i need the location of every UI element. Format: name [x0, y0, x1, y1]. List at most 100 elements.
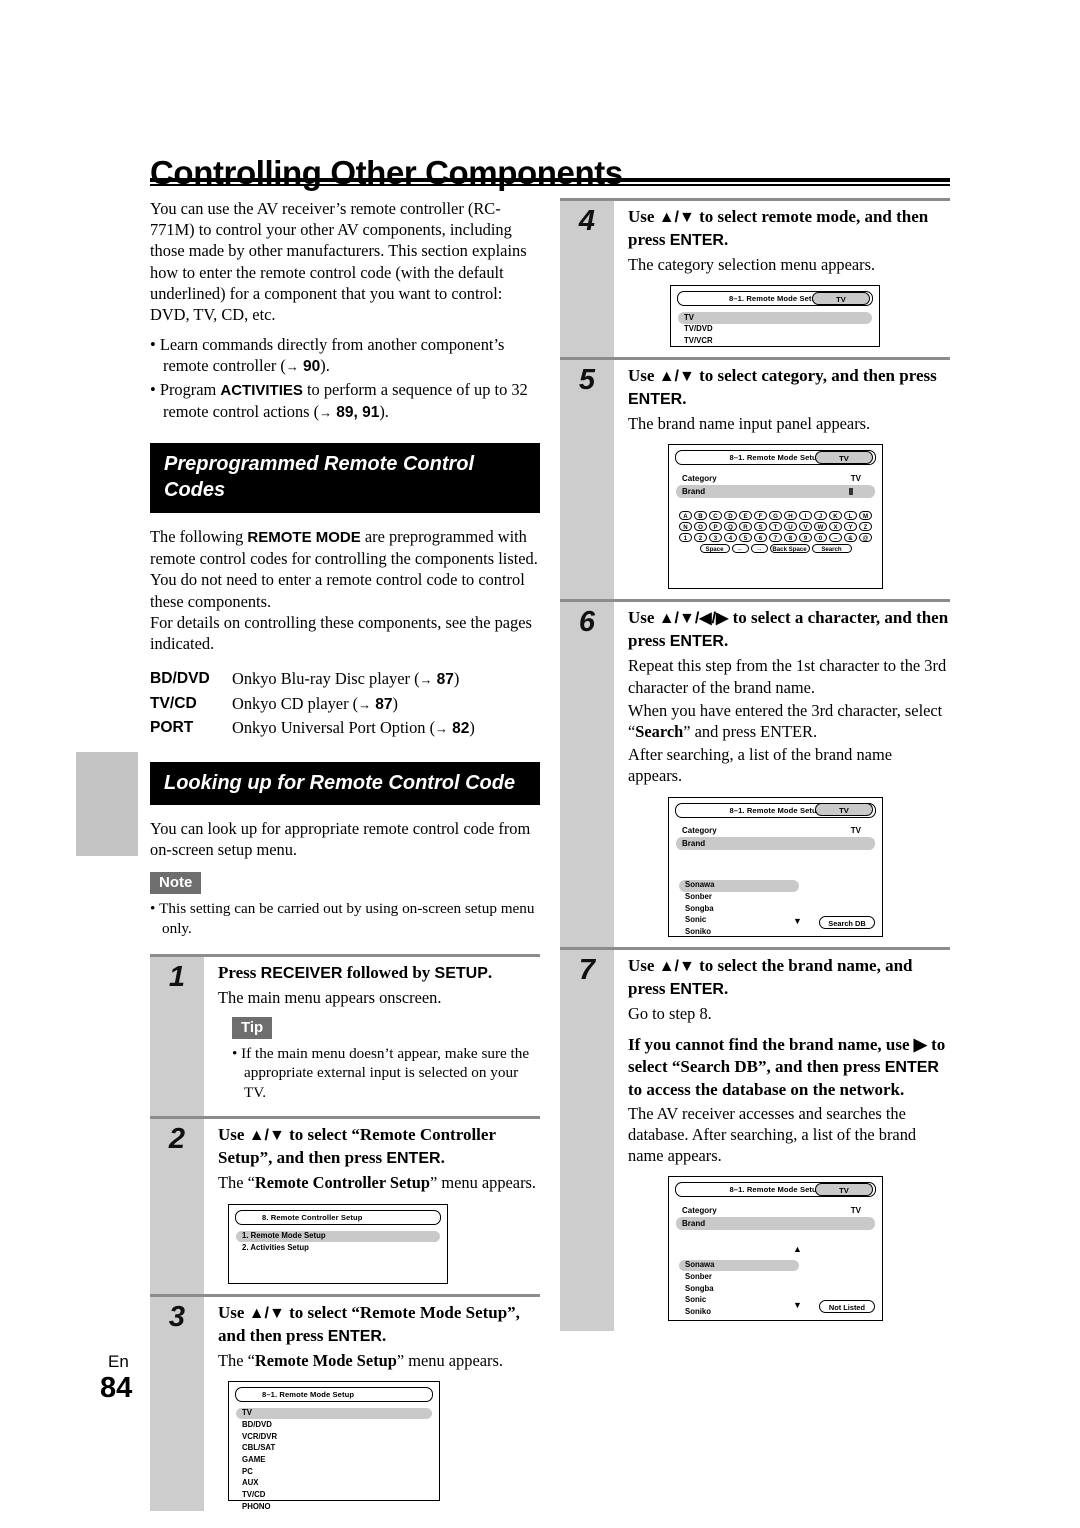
osd-field-category[interactable]: Category TV	[676, 472, 875, 485]
osd-mode-bd-dvd[interactable]: BD/DVD	[236, 1419, 432, 1431]
mode-desc: Onkyo Universal Port Option (→ 82)	[232, 718, 475, 738]
key-o[interactable]: O	[694, 521, 707, 532]
note-badge: Note	[150, 872, 202, 895]
osd-field-label: Category	[682, 1206, 717, 1216]
key-l[interactable]: L	[844, 510, 857, 521]
activities-term: ACTIVITIES	[220, 381, 303, 399]
osd-brand-sonawa[interactable]: Sonawa	[679, 879, 799, 892]
osd-mode-pc[interactable]: PC	[236, 1466, 432, 1478]
search-db-button[interactable]: Search DB	[819, 915, 875, 929]
osd-field-brand[interactable]: Brand	[676, 485, 875, 498]
key-h[interactable]: H	[784, 510, 797, 521]
key-4[interactable]: 4	[724, 532, 737, 543]
osd-category-selection: 8–1. Remote Mode Setup TV TV TV/DVD TV/V…	[670, 285, 880, 348]
osd-brand-sonber[interactable]: Sonber	[679, 1271, 799, 1283]
osd-brand-soniko[interactable]: Soniko	[679, 1306, 799, 1318]
key-q[interactable]: Q	[724, 521, 737, 532]
scroll-up-icon[interactable]: ▲	[793, 1245, 802, 1254]
osd-brand-sonber[interactable]: Sonber	[679, 892, 799, 904]
osd-field-category[interactable]: Category TV	[676, 825, 875, 838]
scroll-down-icon[interactable]: ▼	[793, 1301, 802, 1310]
step-description: The “Remote Controller Setup” menu appea…	[218, 1173, 537, 1193]
step-description: The “Remote Mode Setup” menu appears.	[218, 1350, 503, 1370]
osd-field-category[interactable]: Category TV	[676, 1204, 875, 1217]
key-y[interactable]: Y	[844, 521, 857, 532]
scroll-down-icon[interactable]: ▼	[793, 916, 802, 926]
key-3[interactable]: 3	[709, 532, 722, 543]
key-hyphen[interactable]: –	[829, 532, 842, 543]
key-x[interactable]: X	[829, 521, 842, 532]
key-z[interactable]: Z	[859, 521, 872, 532]
list-item: Program ACTIVITIES to perform a sequence…	[150, 379, 540, 423]
key-search[interactable]: Search	[811, 543, 852, 554]
osd-category-tv-vcr[interactable]: TV/VCR	[678, 336, 872, 348]
osd-brand-soniko[interactable]: Soniko	[679, 927, 799, 939]
osd-brand-songba[interactable]: Songba	[679, 1283, 799, 1295]
key-right-arrow[interactable]: →	[750, 543, 768, 554]
key-at[interactable]: @	[859, 532, 872, 543]
key-r[interactable]: R	[739, 521, 752, 532]
key-back-space[interactable]: Back Space	[769, 543, 810, 554]
step-description-1: Go to step 8.	[628, 1003, 712, 1023]
osd-category-tv[interactable]: TV	[678, 312, 872, 324]
osd-mode-cbl-sat[interactable]: CBL/SAT	[236, 1443, 432, 1455]
list-item: Learn commands directly from another com…	[150, 334, 540, 377]
osd-mode-aux[interactable]: AUX	[236, 1478, 432, 1490]
key-v[interactable]: V	[799, 521, 812, 532]
key-ampersand[interactable]: &	[844, 532, 857, 543]
key-9[interactable]: 9	[799, 532, 812, 543]
key-s[interactable]: S	[754, 521, 767, 532]
key-c[interactable]: C	[709, 510, 722, 521]
osd-menu-list: TV TV/DVD TV/VCR	[678, 312, 872, 347]
key-6[interactable]: 6	[754, 532, 767, 543]
key-i[interactable]: I	[799, 510, 812, 521]
osd-mode-tv-cd[interactable]: TV/CD	[236, 1490, 432, 1502]
key-1[interactable]: 1	[679, 532, 692, 543]
osd-brand-sonic[interactable]: Sonic	[679, 915, 799, 927]
key-w[interactable]: W	[814, 521, 827, 532]
step-title: Use ▲/▼ to select category, and then pre…	[628, 366, 937, 409]
key-a[interactable]: A	[679, 510, 692, 521]
osd-field-value: TV	[850, 474, 861, 484]
osd-brand-songba[interactable]: Songba	[679, 903, 799, 915]
key-m[interactable]: M	[859, 510, 872, 521]
key-7[interactable]: 7	[769, 532, 782, 543]
key-2[interactable]: 2	[694, 532, 707, 543]
key-t[interactable]: T	[769, 521, 782, 532]
key-n[interactable]: N	[679, 521, 692, 532]
osd-category-tv-dvd[interactable]: TV/DVD	[678, 324, 872, 336]
page-ref: 87	[436, 671, 454, 689]
osd-mode-tv[interactable]: TV	[236, 1407, 432, 1420]
osd-field-value	[849, 486, 853, 497]
osd-header-title: 8–1. Remote Mode Setup	[262, 1389, 355, 1399]
osd-field-brand[interactable]: Brand	[676, 1217, 875, 1230]
osd-mode-vcr-dvr[interactable]: VCR/DVR	[236, 1431, 432, 1443]
mode-key: TV/CD	[150, 694, 197, 712]
key-d[interactable]: D	[724, 510, 737, 521]
key-u[interactable]: U	[784, 521, 797, 532]
key-5[interactable]: 5	[739, 532, 752, 543]
step-number: 5	[560, 360, 614, 600]
osd-mode-game[interactable]: GAME	[236, 1454, 432, 1466]
osd-menu-item-remote-mode-setup[interactable]: 1. Remote Mode Setup	[236, 1230, 440, 1243]
osd-field-brand[interactable]: Brand	[676, 837, 875, 850]
key-b[interactable]: B	[694, 510, 707, 521]
key-j[interactable]: J	[814, 510, 827, 521]
key-8[interactable]: 8	[784, 532, 797, 543]
key-k[interactable]: K	[829, 510, 842, 521]
osd-menu-item-activities-setup[interactable]: 2. Activities Setup	[236, 1242, 440, 1254]
osd-mode-phono[interactable]: PHONO	[236, 1501, 432, 1513]
enter-key: ENTER	[669, 232, 724, 249]
osd-brand-sonawa[interactable]: Sonawa	[679, 1259, 799, 1272]
arrow-icon: →	[435, 721, 449, 737]
key-space[interactable]: Space	[699, 543, 730, 554]
tip-badge: Tip	[232, 1016, 273, 1039]
key-g[interactable]: G	[769, 510, 782, 521]
key-p[interactable]: P	[709, 521, 722, 532]
not-listed-button[interactable]: Not Listed	[819, 1300, 875, 1314]
key-0[interactable]: 0	[814, 532, 827, 543]
key-f[interactable]: F	[754, 510, 767, 521]
key-left-arrow[interactable]: ←	[731, 543, 749, 554]
osd-brand-sonic[interactable]: Sonic	[679, 1295, 799, 1307]
key-e[interactable]: E	[739, 510, 752, 521]
